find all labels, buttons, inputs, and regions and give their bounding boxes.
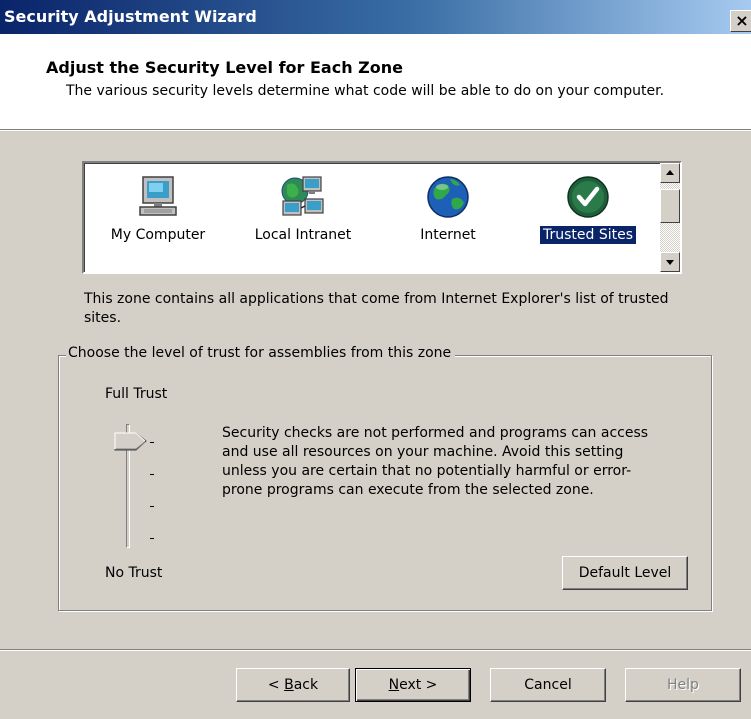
slider-tick xyxy=(150,506,154,507)
next-button[interactable]: Next > xyxy=(355,668,471,702)
arrow-up-icon xyxy=(666,170,674,175)
trust-slider-thumb[interactable] xyxy=(114,432,148,452)
zone-item-trusted-sites[interactable]: Trusted Sites xyxy=(518,163,658,263)
wizard-window: Security Adjustment Wizard × Adjust the … xyxy=(0,0,751,719)
zone-item-local-intranet[interactable]: Local Intranet xyxy=(228,163,378,263)
zone-list-scrollbar[interactable] xyxy=(660,163,680,272)
full-trust-label: Full Trust xyxy=(105,386,168,402)
zone-item-my-computer[interactable]: My Computer xyxy=(88,163,228,263)
zone-list[interactable]: My Computer Local Intranet Internet Trus… xyxy=(82,161,682,274)
zone-description: This zone contains all applications that… xyxy=(84,291,669,326)
no-trust-label: No Trust xyxy=(105,565,163,581)
close-button[interactable]: × xyxy=(730,10,751,32)
trust-level-description: Security checks are not performed and pr… xyxy=(222,425,649,498)
footer-separator xyxy=(0,649,751,651)
window-title: Security Adjustment Wizard xyxy=(4,7,257,26)
page-subtitle: The various security levels determine wh… xyxy=(66,83,665,99)
zone-label-local-intranet: Local Intranet xyxy=(254,227,352,243)
slider-tick xyxy=(150,538,154,539)
slider-tick xyxy=(150,442,154,443)
checkmark-icon xyxy=(567,176,609,218)
network-icon xyxy=(281,176,324,216)
zone-item-internet[interactable]: Internet xyxy=(378,163,518,263)
page-title: Adjust the Security Level for Each Zone xyxy=(46,58,403,77)
slider-tick xyxy=(150,474,154,475)
computer-icon xyxy=(139,176,177,216)
globe-icon xyxy=(427,176,469,218)
close-icon: × xyxy=(735,11,749,30)
back-button[interactable]: < Back xyxy=(236,668,350,702)
zone-label-my-computer: My Computer xyxy=(110,227,206,243)
trust-group-legend: Choose the level of trust for assemblies… xyxy=(66,345,456,361)
scroll-up-button[interactable] xyxy=(660,163,680,183)
arrow-down-icon xyxy=(666,260,674,265)
scroll-thumb[interactable] xyxy=(660,189,680,223)
zone-label-trusted-sites: Trusted Sites xyxy=(518,225,658,245)
default-level-button[interactable]: Default Level xyxy=(562,556,688,590)
title-bar[interactable]: Security Adjustment Wizard × xyxy=(0,0,751,34)
cancel-button[interactable]: Cancel xyxy=(490,668,606,702)
wizard-header: Adjust the Security Level for Each Zone … xyxy=(0,34,751,131)
help-button[interactable]: Help xyxy=(625,668,741,702)
zone-label-internet: Internet xyxy=(420,227,476,243)
scroll-down-button[interactable] xyxy=(660,252,680,272)
